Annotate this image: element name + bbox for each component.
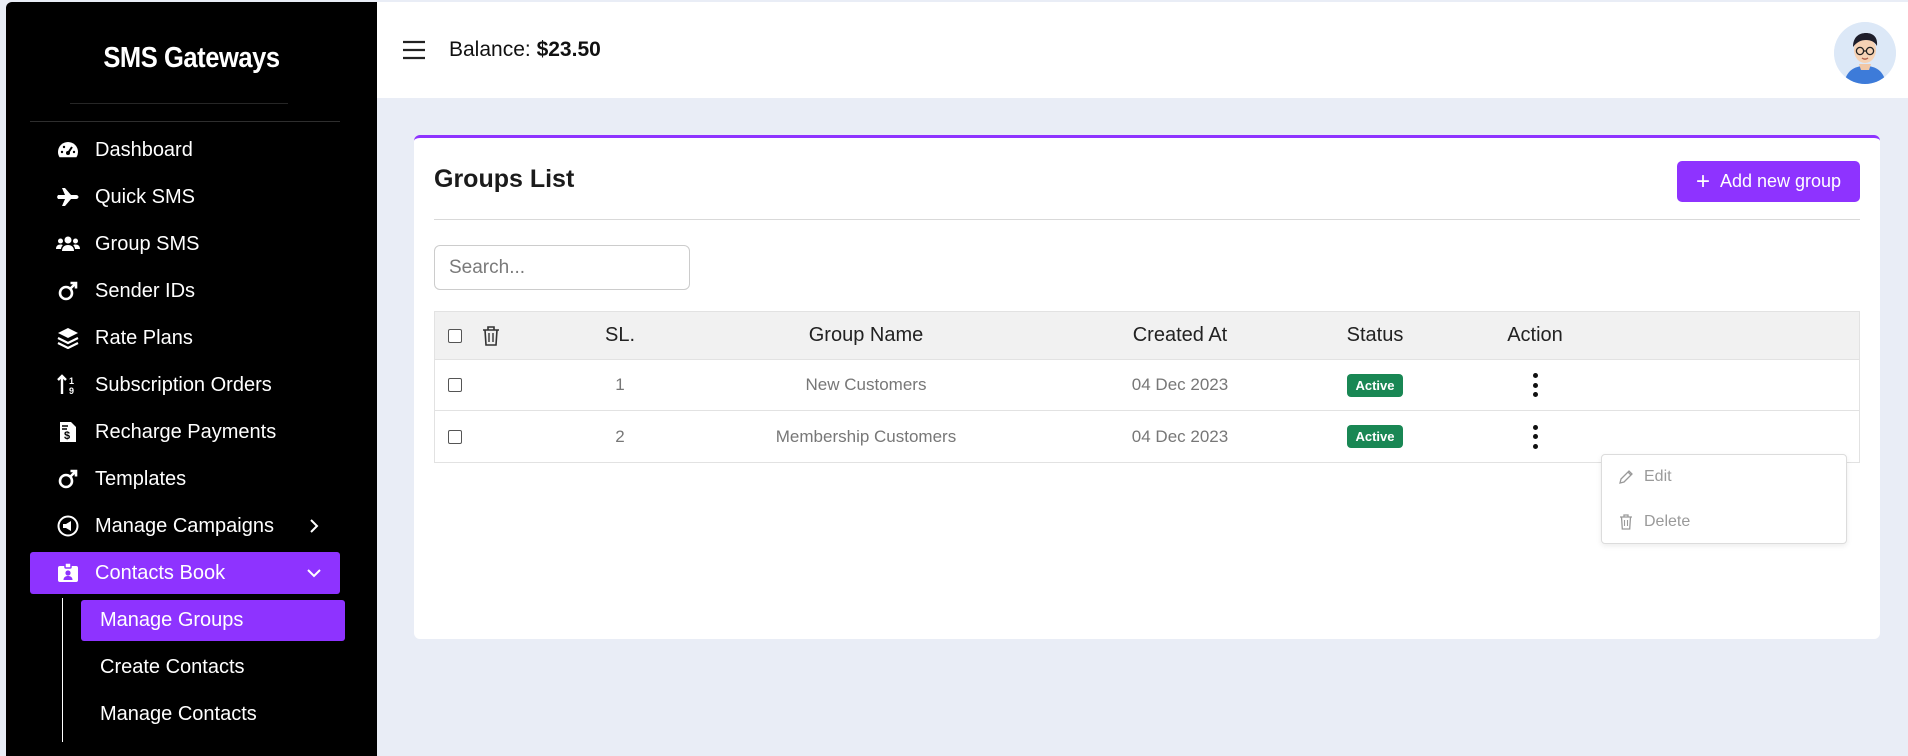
column-header-created-at: Created At [1132, 324, 1228, 346]
pencil-icon [1618, 469, 1634, 485]
status-badge-cell: Active [1315, 360, 1435, 410]
chevron-right-icon [304, 516, 324, 536]
id-card-icon [56, 561, 80, 585]
submenu-rail [62, 598, 63, 742]
sidebar-divider [30, 121, 340, 122]
plus-icon: + [1695, 167, 1710, 195]
status-badge-cell: Active [1315, 411, 1435, 462]
layers-icon [56, 326, 80, 350]
users-icon [56, 232, 80, 256]
row-group-name: Membership Customers [775, 426, 957, 446]
card-divider [434, 219, 1860, 220]
row-sl: 1 [615, 375, 625, 394]
sidebar-subitem-manage-contacts[interactable]: Manage Contacts [81, 694, 345, 735]
avatar[interactable] [1834, 22, 1896, 84]
add-new-group-button[interactable]: + Add new group [1677, 161, 1860, 202]
topbar: Balance: $23.50 [377, 0, 1908, 98]
column-header-sl: SL. [604, 324, 636, 346]
sidebar-item-label: Contacts Book [95, 561, 226, 584]
svg-text:9: 9 [69, 386, 74, 396]
column-header-action: Action [1507, 324, 1563, 346]
trash-icon[interactable] [479, 312, 503, 359]
sidebar-item-rate-plans[interactable]: Rate Plans [30, 317, 340, 359]
kebab-menu-icon [1530, 424, 1540, 449]
sidebar-subitem-create-contacts[interactable]: Create Contacts [81, 647, 345, 688]
table-row: 1 New Customers 04 Dec 2023 Active [435, 360, 1859, 411]
search-input[interactable] [434, 245, 690, 290]
status-badge: Active [1347, 373, 1403, 397]
sidebar-item-group-sms[interactable]: Group SMS [30, 223, 340, 265]
column-header-group-name: Group Name [808, 324, 924, 346]
bullhorn-icon [56, 514, 80, 538]
balance-display: Balance: $23.50 [449, 38, 601, 62]
invoice-icon: $ [56, 420, 80, 444]
add-new-group-label: Add new group [1719, 171, 1842, 191]
sidebar-item-label: Rate Plans [95, 326, 193, 349]
plane-icon [56, 185, 80, 209]
sidebar-item-label: Templates [95, 467, 187, 490]
mars-icon [56, 467, 80, 491]
row-created-at: 04 Dec 2023 [1131, 426, 1229, 446]
sidebar-item-sender-ids[interactable]: Sender IDs [30, 270, 340, 312]
balance-label: Balance: [449, 38, 531, 61]
svg-text:$: $ [64, 430, 70, 442]
sidebar-item-label: Sender IDs [95, 279, 196, 302]
table-header-row: SL. Group Name Created At Status Action [435, 312, 1859, 360]
edit-menu-item[interactable]: Edit [1618, 465, 1672, 489]
delete-menu-item[interactable]: Delete [1618, 510, 1690, 534]
sidebar-item-contacts-book[interactable]: Contacts Book [30, 552, 340, 594]
brand-divider [70, 103, 288, 104]
row-sl: 2 [615, 426, 625, 446]
row-group-name: New Customers [805, 375, 927, 394]
row-action-menu-button[interactable] [1475, 411, 1595, 462]
trash-icon [1618, 514, 1634, 530]
sidebar-item-dashboard[interactable]: Dashboard [30, 129, 340, 171]
row-checkbox[interactable] [445, 360, 465, 410]
sidebar-item-label: Recharge Payments [95, 420, 277, 443]
sidebar-item-recharge-payments[interactable]: $ Recharge Payments [30, 411, 340, 453]
svg-text:1: 1 [69, 376, 74, 386]
kebab-menu-icon [1530, 373, 1540, 397]
mars-icon [56, 279, 80, 303]
sidebar-subitem-manage-groups[interactable]: Manage Groups [81, 600, 345, 641]
page-title: Groups List [434, 165, 575, 193]
sidebar-item-label: Dashboard [95, 138, 193, 161]
column-header-status: Status [1346, 324, 1404, 346]
groups-card: Groups List + Add new group SL. Group Na… [414, 135, 1880, 639]
sidebar-item-label: Quick SMS [95, 185, 196, 208]
sidebar-item-subscription-orders[interactable]: 19 Subscription Orders [30, 364, 340, 406]
sidebar-item-label: Group SMS [95, 232, 200, 255]
sidebar-item-label: Subscription Orders [95, 373, 272, 396]
groups-table: SL. Group Name Created At Status Action … [434, 311, 1860, 463]
select-all-checkbox[interactable] [445, 312, 465, 359]
brand-logo[interactable]: SMS Gateways [28, 42, 354, 75]
status-badge: Active [1347, 425, 1403, 448]
sidebar-item-templates[interactable]: Templates [30, 458, 340, 500]
edit-label: Edit [1644, 468, 1672, 485]
row-checkbox[interactable] [445, 411, 465, 462]
sort-icon: 19 [56, 373, 80, 397]
dashboard-icon [56, 138, 80, 162]
hamburger-menu-icon[interactable] [402, 39, 426, 61]
row-action-dropdown: Edit Delete [1601, 454, 1847, 544]
delete-label: Delete [1644, 513, 1691, 530]
sidebar-item-manage-campaigns[interactable]: Manage Campaigns [30, 505, 340, 547]
row-created-at: 04 Dec 2023 [1131, 375, 1229, 394]
balance-value: $23.50 [536, 38, 601, 61]
row-action-menu-button[interactable] [1475, 360, 1595, 410]
sidebar-item-quick-sms[interactable]: Quick SMS [30, 176, 340, 218]
chevron-down-icon [304, 563, 324, 583]
sidebar-item-label: Manage Campaigns [95, 514, 274, 537]
